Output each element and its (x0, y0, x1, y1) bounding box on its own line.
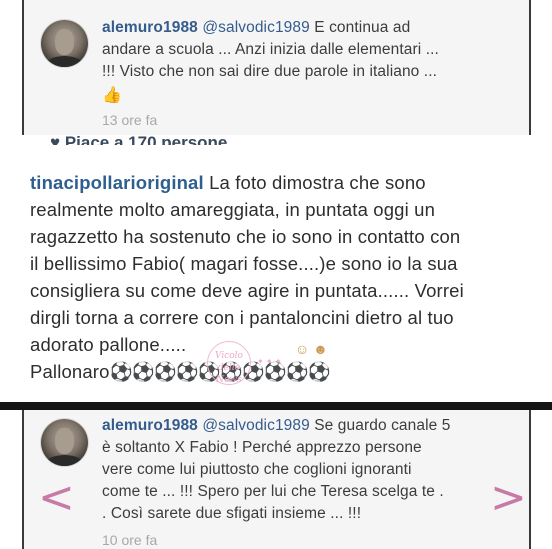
comment-timestamp: 13 ore fa (102, 112, 158, 128)
caption-line3: ragazzetto ha sostenuto che io sono in c… (30, 226, 461, 247)
next-arrow-icon[interactable]: > (490, 476, 527, 520)
comment-body: alemuro1988 @salvodic1989 Se guardo cana… (102, 415, 522, 525)
comment-text-line3: !!! Visto che non sai dire due parole in… (102, 63, 438, 80)
likes-text: Piace a 170 persone (64, 133, 228, 145)
comment-bottom: alemuro1988 @salvodic1989 Se guardo cana… (22, 410, 531, 549)
likes-count[interactable]: ♥ Piace a 170 persone (50, 129, 227, 145)
caption-line4: il bellissimo Fabio( magari fosse....)e … (30, 253, 458, 274)
avatar[interactable] (41, 419, 88, 466)
post-caption: ♥ Piace a 170 persone tinacipollariorigi… (22, 133, 527, 402)
comment-text-line3: vere come lui piuttosto che coglioni ign… (102, 461, 412, 478)
comment-top: alemuro1988 @salvodic1989 E continua ad … (22, 0, 531, 135)
comment-text-line5: . Così sarete due sfigati insieme ... !!… (102, 505, 362, 522)
caption-text: tinacipollarioriginal La foto dimostra c… (30, 169, 527, 385)
comment-mention[interactable]: @salvodic1989 (202, 417, 310, 434)
comment-mention[interactable]: @salvodic1989 (202, 19, 310, 36)
avatar[interactable] (41, 20, 88, 67)
heart-icon: ♥ (50, 133, 61, 145)
post-username[interactable]: tinacipollarioriginal (30, 172, 204, 193)
caption-line1: La foto dimostra che sono (203, 172, 426, 193)
comment-text-line1: Se guardo canale 5 (309, 417, 451, 434)
comment-text-line4: come te ... !!! Spero per lui che Teresa… (102, 483, 444, 500)
caption-line7: adorato pallone..... (30, 334, 187, 355)
caption-line8: Pallonaro (30, 361, 110, 382)
prev-arrow-icon[interactable]: < (38, 476, 75, 520)
comment-username[interactable]: alemuro1988 (102, 19, 198, 36)
comment-text-line1: E continua ad (309, 19, 411, 36)
soccer-ball-icon: ⚽⚽⚽⚽⚽⚽⚽⚽⚽⚽ (109, 361, 331, 382)
caption-line5: consigliera su come deve agire in puntat… (30, 280, 464, 301)
comment-timestamp: 10 ore fa (102, 532, 158, 548)
comment-body: alemuro1988 @salvodic1989 E continua ad … (102, 17, 522, 105)
caption-line6: dirgli torna a correre con i pantaloncin… (30, 307, 454, 328)
comment-text-line2: andare a scuola ... Anzi inizia dalle el… (102, 41, 439, 58)
caption-line2: realmente molto amareggiata, in puntata … (30, 199, 436, 220)
comment-username[interactable]: alemuro1988 (102, 417, 198, 434)
thumbs-up-icon: 👍 (102, 87, 123, 104)
divider (0, 402, 552, 410)
comment-text-line2: è soltanto X Fabio ! Perché apprezzo per… (102, 439, 422, 456)
